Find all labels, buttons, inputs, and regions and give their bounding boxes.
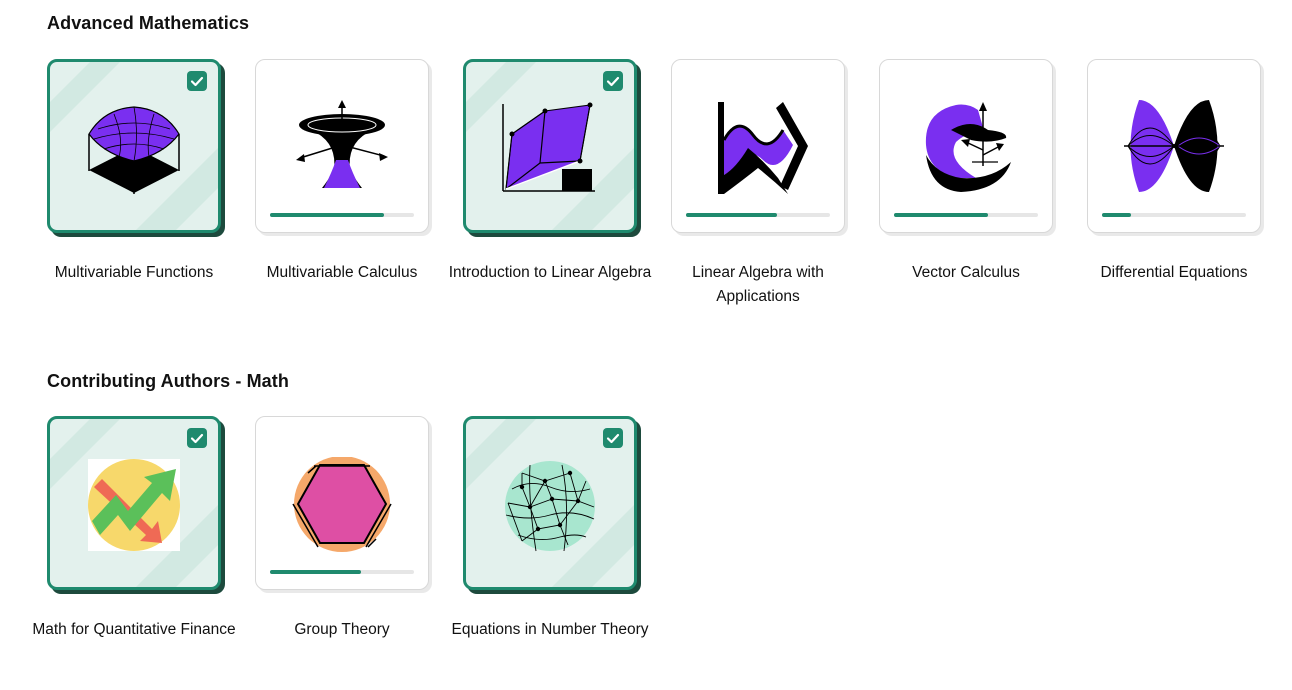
progress-bar: [686, 213, 830, 217]
surface-plot-icon: [84, 99, 184, 199]
course-title: Math for Quantitative Finance: [32, 621, 236, 638]
funnel-surface-icon: [292, 100, 392, 200]
progress-fill: [270, 570, 361, 574]
progress-fill: [686, 213, 777, 217]
completed-check-icon: [603, 71, 623, 91]
course-card[interactable]: [255, 416, 429, 590]
wave-transform-icon: [708, 100, 808, 200]
course-title: Equations in Number Theory: [451, 621, 649, 638]
progress-bar: [1102, 213, 1246, 217]
standing-wave-icon: [1124, 100, 1224, 200]
course-title: Linear Algebra with Applications: [692, 264, 824, 305]
progress-bar: [270, 570, 414, 574]
completed-check-icon: [187, 428, 207, 448]
progress-fill: [1102, 213, 1131, 217]
course-title: Vector Calculus: [912, 264, 1020, 281]
finance-arrows-icon: [88, 459, 180, 551]
section-title-contributing-authors-math: Contributing Authors - Math: [47, 371, 289, 391]
progress-fill: [894, 213, 988, 217]
progress-bar: [270, 213, 414, 217]
progress-bar: [894, 213, 1038, 217]
section-title-advanced-mathematics: Advanced Mathematics: [47, 13, 250, 33]
course-card[interactable]: [463, 59, 637, 233]
parallelepiped-icon: [500, 99, 600, 199]
course-card[interactable]: [671, 59, 845, 233]
hexagon-icon: [292, 456, 392, 557]
course-catalog: Advanced Mathematics Multivariable Funct…: [0, 0, 1292, 690]
course-card[interactable]: [255, 59, 429, 233]
course-card[interactable]: [47, 416, 221, 590]
course-card[interactable]: [463, 416, 637, 590]
progress-fill: [270, 213, 384, 217]
course-title: Group Theory: [294, 621, 390, 638]
network-sphere-icon: [500, 459, 600, 559]
course-title: Multivariable Functions: [54, 264, 214, 281]
course-title: Introduction to Linear Algebra: [448, 264, 652, 281]
completed-check-icon: [187, 71, 207, 91]
completed-check-icon: [603, 428, 623, 448]
course-card[interactable]: [879, 59, 1053, 233]
course-title: Multivariable Calculus: [266, 264, 418, 281]
course-title: Differential Equations: [1100, 264, 1248, 281]
course-card[interactable]: [47, 59, 221, 233]
vector-field-icon: [916, 100, 1016, 200]
course-card[interactable]: [1087, 59, 1261, 233]
